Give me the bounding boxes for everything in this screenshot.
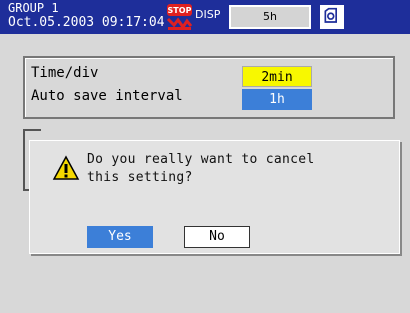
interval-display: 5h: [229, 5, 311, 29]
status-bar: GROUP 1 Oct.05.2003 09:17:04 STOP DISP 5…: [0, 0, 410, 34]
disp-label: DISP: [195, 8, 221, 21]
memory-card-icon: [320, 5, 344, 29]
yes-button[interactable]: Yes: [87, 226, 153, 248]
warning-icon: [52, 155, 80, 180]
settings-panel: Time/div 2min Auto save interval 1h: [23, 56, 395, 119]
dialog-message-line1: Do you really want to cancel: [87, 152, 315, 167]
confirm-dialog: Do you really want to cancel this settin…: [29, 140, 400, 254]
stop-icon: STOP: [166, 4, 193, 30]
dialog-message: Do you really want to cancel this settin…: [87, 151, 315, 187]
dialog-message-line2: this setting?: [87, 170, 193, 185]
auto-save-interval-value[interactable]: 1h: [242, 89, 312, 110]
time-div-label: Time/div: [31, 65, 99, 81]
auto-save-interval-label: Auto save interval: [31, 88, 183, 104]
date-time: Oct.05.2003 09:17:04: [8, 15, 165, 30]
svg-text:STOP: STOP: [168, 6, 192, 15]
no-button[interactable]: No: [184, 226, 250, 248]
group-name: GROUP 1: [8, 1, 59, 15]
time-div-value[interactable]: 2min: [242, 66, 312, 87]
